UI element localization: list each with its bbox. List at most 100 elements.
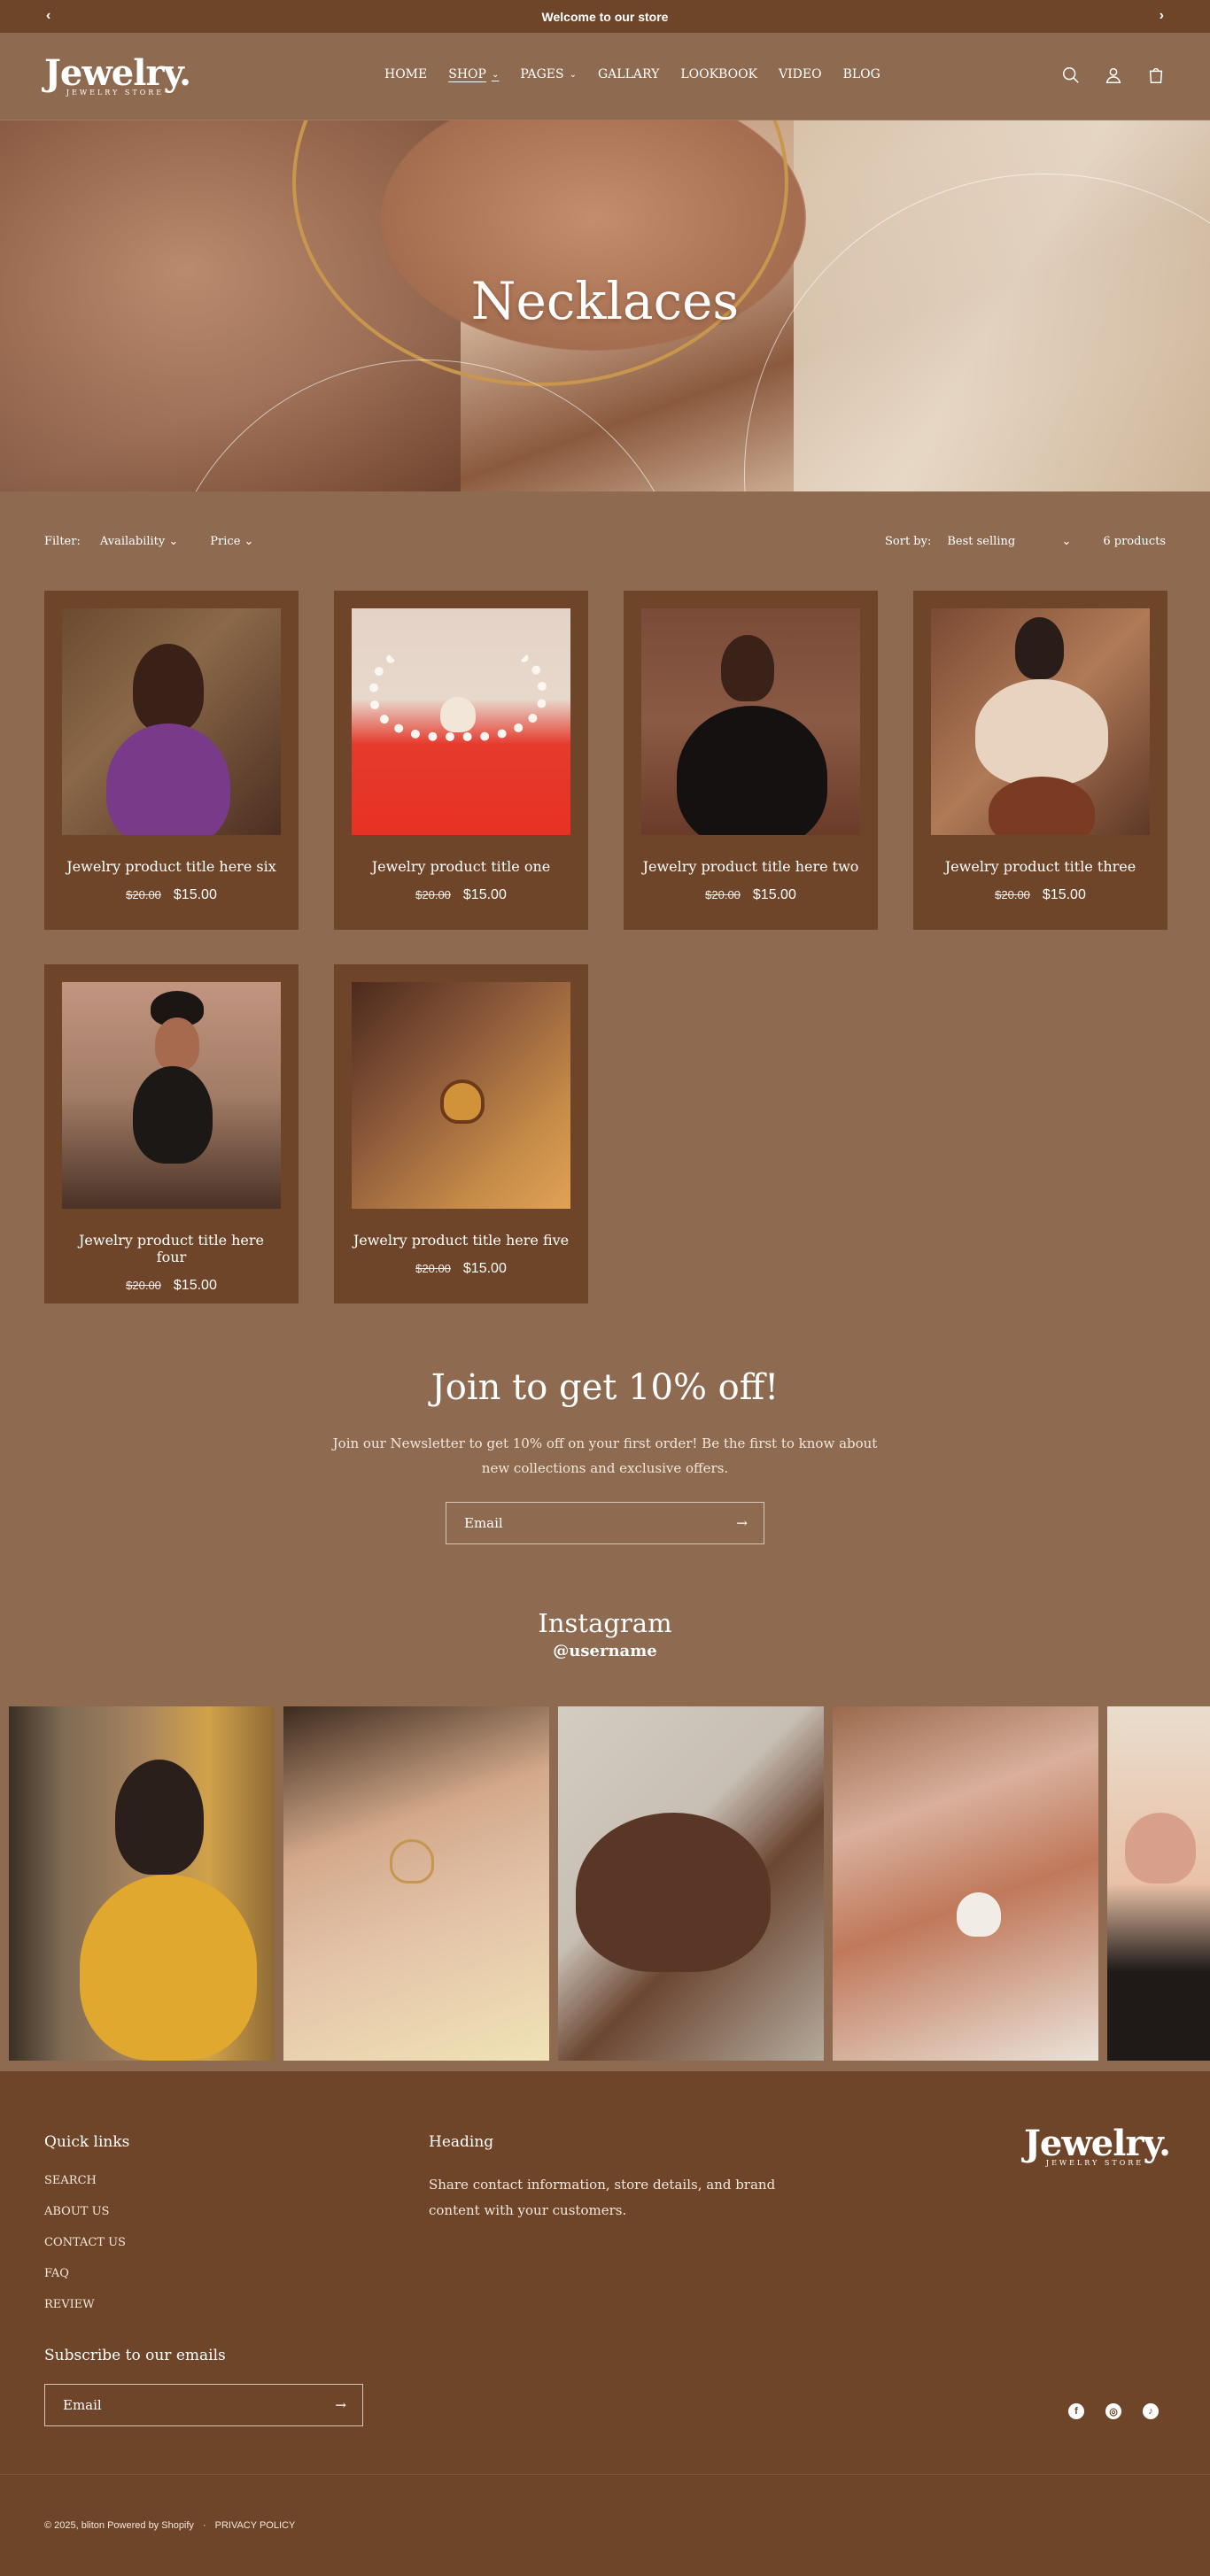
instagram-post[interactable] [9,1706,275,2061]
footer-link-contact[interactable]: CONTACT US [44,2236,1166,2249]
nav-pages[interactable]: PAGES ⌄ [520,67,577,81]
instagram-username[interactable]: @username [0,1642,1210,1660]
chevron-down-icon: ⌄ [244,534,254,548]
sale-price: $15.00 [173,887,217,902]
chevron-down-icon: ⌄ [491,69,500,80]
nav-video-label: VIDEO [779,67,822,81]
main-nav: HOME SHOP ⌄ PAGES ⌄ GALLARY LOOKBOOK VIDEO… [384,67,880,81]
product-price: $20.00 $15.00 [641,887,860,903]
nav-home-label: HOME [384,67,428,81]
footer-bottom: © 2025, bliton Powered by Shopify · PRIV… [0,2474,1210,2576]
tiktok-icon[interactable]: ♪ [1143,2403,1159,2419]
site-header: Jewelry. JEWELRY STORE HOME SHOP ⌄ PAGES ⌄… [0,33,1210,120]
footer-link-faq[interactable]: FAQ [44,2267,1166,2280]
old-price: $20.00 [126,1279,161,1292]
product-image[interactable] [352,982,570,1209]
chevron-down-icon: ⌄ [168,534,179,548]
product-price: $20.00 $15.00 [62,887,281,903]
price-filter[interactable]: Price ⌄ [210,535,253,548]
product-count: 6 products [1103,534,1166,548]
facebook-icon[interactable]: f [1068,2403,1084,2419]
old-price: $20.00 [126,888,161,901]
newsletter-title: Join to get 10% off! [430,1367,780,1408]
filter-bar: Filter: Availability ⌄ Price ⌄ Sort by: … [0,491,1210,591]
instagram-post[interactable] [283,1706,549,2061]
product-price: $20.00 $15.00 [352,887,570,903]
old-price: $20.00 [995,888,1030,901]
sale-price: $15.00 [1042,887,1086,902]
sort-select[interactable]: Best selling ⌄ [947,535,1071,548]
instagram-icon[interactable]: ◎ [1105,2403,1121,2419]
search-icon[interactable] [1061,66,1081,85]
product-card[interactable]: Jewelry product title one $20.00 $15.00 [334,591,588,930]
nav-blog-label: BLOG [842,67,880,81]
header-icons [1061,66,1166,85]
product-image[interactable] [641,608,860,835]
product-image[interactable] [62,608,281,835]
sale-price: $15.00 [752,887,796,902]
subscribe-heading: Subscribe to our emails [44,2347,226,2364]
footer-subscribe: Subscribe to our emails Email → [44,2347,1166,2426]
chevron-down-icon: ⌄ [569,69,577,80]
product-image[interactable] [352,608,570,835]
sale-price: $15.00 [462,1261,507,1276]
newsletter-section: Join to get 10% off! Join our Newsletter… [0,1303,1210,1544]
sale-price: $15.00 [462,887,507,902]
footer-email-field[interactable]: Email → [44,2384,363,2426]
newsletter-text: Join our Newsletter to get 10% off on yo… [332,1435,878,1476]
privacy-policy-link[interactable]: PRIVACY POLICY [215,2520,296,2531]
instagram-post[interactable] [1107,1706,1210,2061]
product-price: $20.00 $15.00 [62,1278,281,1294]
product-grid: Jewelry product title here six $20.00 $15… [0,591,1210,1303]
product-card[interactable]: Jewelry product title three $20.00 $15.00 [913,591,1167,930]
product-card[interactable]: Jewelry product title here six $20.00 $15… [44,591,299,930]
product-title[interactable]: Jewelry product title one [352,858,570,875]
announcement-text: Welcome to our store [541,9,669,24]
product-title[interactable]: Jewelry product title here two [641,858,860,875]
product-card[interactable]: Jewelry product title here four $20.00 $1… [44,964,299,1303]
nav-lookbook[interactable]: LOOKBOOK [680,67,757,81]
chevron-down-icon: ⌄ [1061,534,1072,548]
product-price: $20.00 $15.00 [931,887,1150,903]
filter-label: Filter: [44,534,81,548]
chevron-left-icon[interactable]: ‹ [46,8,50,24]
footer-logo-name: Jewelry. [1024,2123,1171,2164]
footer-logo[interactable]: Jewelry. JEWELRY STORE [1024,2126,1171,2167]
logo[interactable]: Jewelry. JEWELRY STORE [44,56,191,97]
social-links: f ◎ ♪ [1068,2403,1159,2419]
availability-filter[interactable]: Availability ⌄ [100,535,178,548]
nav-video[interactable]: VIDEO [779,67,822,81]
product-card[interactable]: Jewelry product title here five $20.00 $1… [334,964,588,1303]
nav-gallary[interactable]: GALLARY [598,67,659,81]
instagram-post[interactable] [558,1706,824,2061]
newsletter-email-field[interactable]: Email → [446,1502,764,1544]
announcement-bar: ‹ Welcome to our store › [0,0,1210,33]
arrow-right-icon[interactable]: → [736,1515,748,1531]
sort-area: Sort by: Best selling ⌄ 6 products [885,535,1166,548]
email-placeholder: Email [63,2397,102,2413]
account-icon[interactable] [1104,66,1123,85]
nav-home[interactable]: HOME [384,67,427,81]
product-title[interactable]: Jewelry product title here six [62,858,281,875]
separator: · [202,2520,206,2531]
product-title[interactable]: Jewelry product title here five [352,1232,570,1249]
product-price: $20.00 $15.00 [352,1261,570,1277]
cart-icon[interactable] [1146,66,1166,85]
product-image[interactable] [931,608,1150,835]
instagram-post[interactable] [833,1706,1098,2061]
old-price: $20.00 [705,888,741,901]
product-title[interactable]: Jewelry product title three [931,858,1150,875]
footer-heading: Heading [429,2133,494,2151]
price-label: Price [210,534,241,548]
arrow-right-icon[interactable]: → [335,2397,346,2413]
nav-lookbook-label: LOOKBOOK [680,67,758,81]
nav-shop[interactable]: SHOP ⌄ [448,67,499,81]
chevron-right-icon[interactable]: › [1160,8,1164,24]
product-image[interactable] [62,982,281,1209]
product-title[interactable]: Jewelry product title here four [62,1232,281,1265]
footer-info: Heading Share contact information, store… [429,2133,801,2224]
footer-link-review[interactable]: REVIEW [44,2298,1166,2311]
product-card[interactable]: Jewelry product title here two $20.00 $15… [624,591,878,930]
nav-blog[interactable]: BLOG [843,67,880,81]
logo-name: Jewelry. [44,52,191,94]
